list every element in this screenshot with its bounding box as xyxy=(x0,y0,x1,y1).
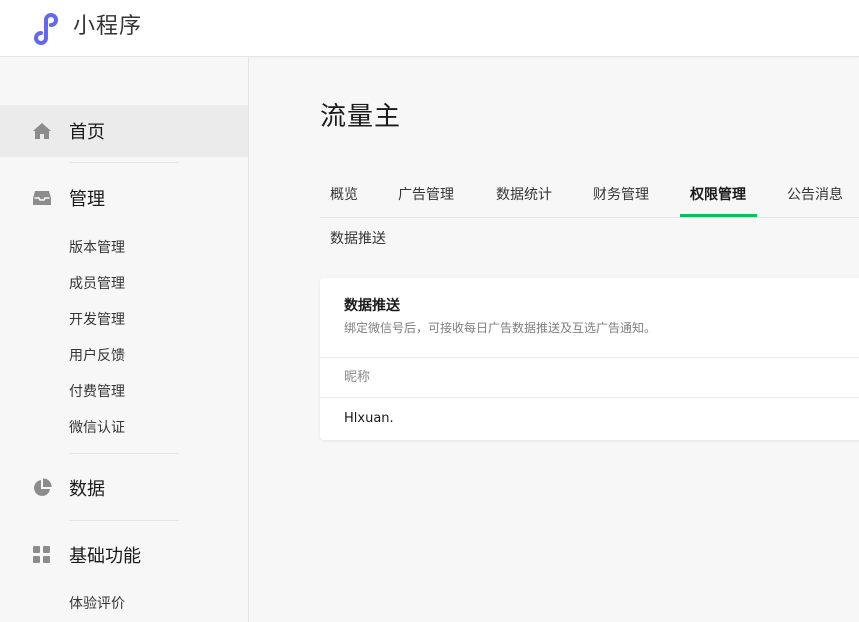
page-title: 流量主 xyxy=(320,102,402,132)
sidebar-item-basic-features[interactable]: 基础功能 xyxy=(0,529,248,581)
sidebar-item-label: 基础功能 xyxy=(69,546,141,567)
sidebar-item-data[interactable]: 数据 xyxy=(0,462,248,514)
sidebar-subitem-experience-rating[interactable]: 体验评价 xyxy=(69,594,125,614)
divider xyxy=(69,520,179,521)
subtab-data-push[interactable]: 数据推送 xyxy=(330,229,386,249)
top-header: 小程序 xyxy=(0,0,859,57)
tab-bar: 概览 广告管理 数据统计 财务管理 权限管理 公告消息 xyxy=(320,172,859,218)
sidebar-item-manage[interactable]: 管理 xyxy=(0,172,248,224)
tab-data-statistics[interactable]: 数据统计 xyxy=(496,186,552,204)
divider xyxy=(69,453,179,454)
tab-overview[interactable]: 概览 xyxy=(330,186,358,204)
divider xyxy=(320,357,859,358)
sidebar-item-label: 管理 xyxy=(69,189,105,210)
sidebar-subitem-payment[interactable]: 付费管理 xyxy=(69,382,125,402)
pie-chart-icon xyxy=(34,478,52,496)
sidebar: 首页 管理 版本管理 成员管理 开发管理 用户反馈 付费管理 微信认证 数据 基… xyxy=(0,57,249,622)
tab-announcements[interactable]: 公告消息 xyxy=(787,186,843,204)
miniprogram-logo-icon[interactable] xyxy=(32,11,66,45)
card-description: 绑定微信号后，可接收每日广告数据推送及互选广告通知。 xyxy=(344,321,657,335)
home-icon xyxy=(33,123,51,139)
table-cell-nickname: Hlxuan. xyxy=(344,411,394,426)
inbox-icon xyxy=(33,191,51,205)
divider xyxy=(69,162,179,163)
sidebar-subitem-development[interactable]: 开发管理 xyxy=(69,310,125,330)
sidebar-item-label: 首页 xyxy=(69,122,105,143)
sidebar-subitem-version[interactable]: 版本管理 xyxy=(69,238,125,258)
active-tab-indicator xyxy=(680,214,757,217)
sidebar-item-label: 数据 xyxy=(69,479,105,500)
tab-finance-management[interactable]: 财务管理 xyxy=(593,186,649,204)
data-push-card: 数据推送 绑定微信号后，可接收每日广告数据推送及互选广告通知。 昵称 Hlxua… xyxy=(320,278,859,440)
sidebar-subitem-feedback[interactable]: 用户反馈 xyxy=(69,346,125,366)
sidebar-item-home[interactable]: 首页 xyxy=(0,105,248,157)
app-title: 小程序 xyxy=(73,14,143,39)
sidebar-subitem-certification[interactable]: 微信认证 xyxy=(69,418,125,438)
table-header-nickname: 昵称 xyxy=(344,370,371,385)
tab-permission-management[interactable]: 权限管理 xyxy=(690,186,746,204)
grid-icon xyxy=(33,546,50,563)
divider xyxy=(320,397,859,398)
tab-ad-management[interactable]: 广告管理 xyxy=(398,186,454,204)
card-title: 数据推送 xyxy=(344,298,400,314)
sidebar-subitem-members[interactable]: 成员管理 xyxy=(69,274,125,294)
